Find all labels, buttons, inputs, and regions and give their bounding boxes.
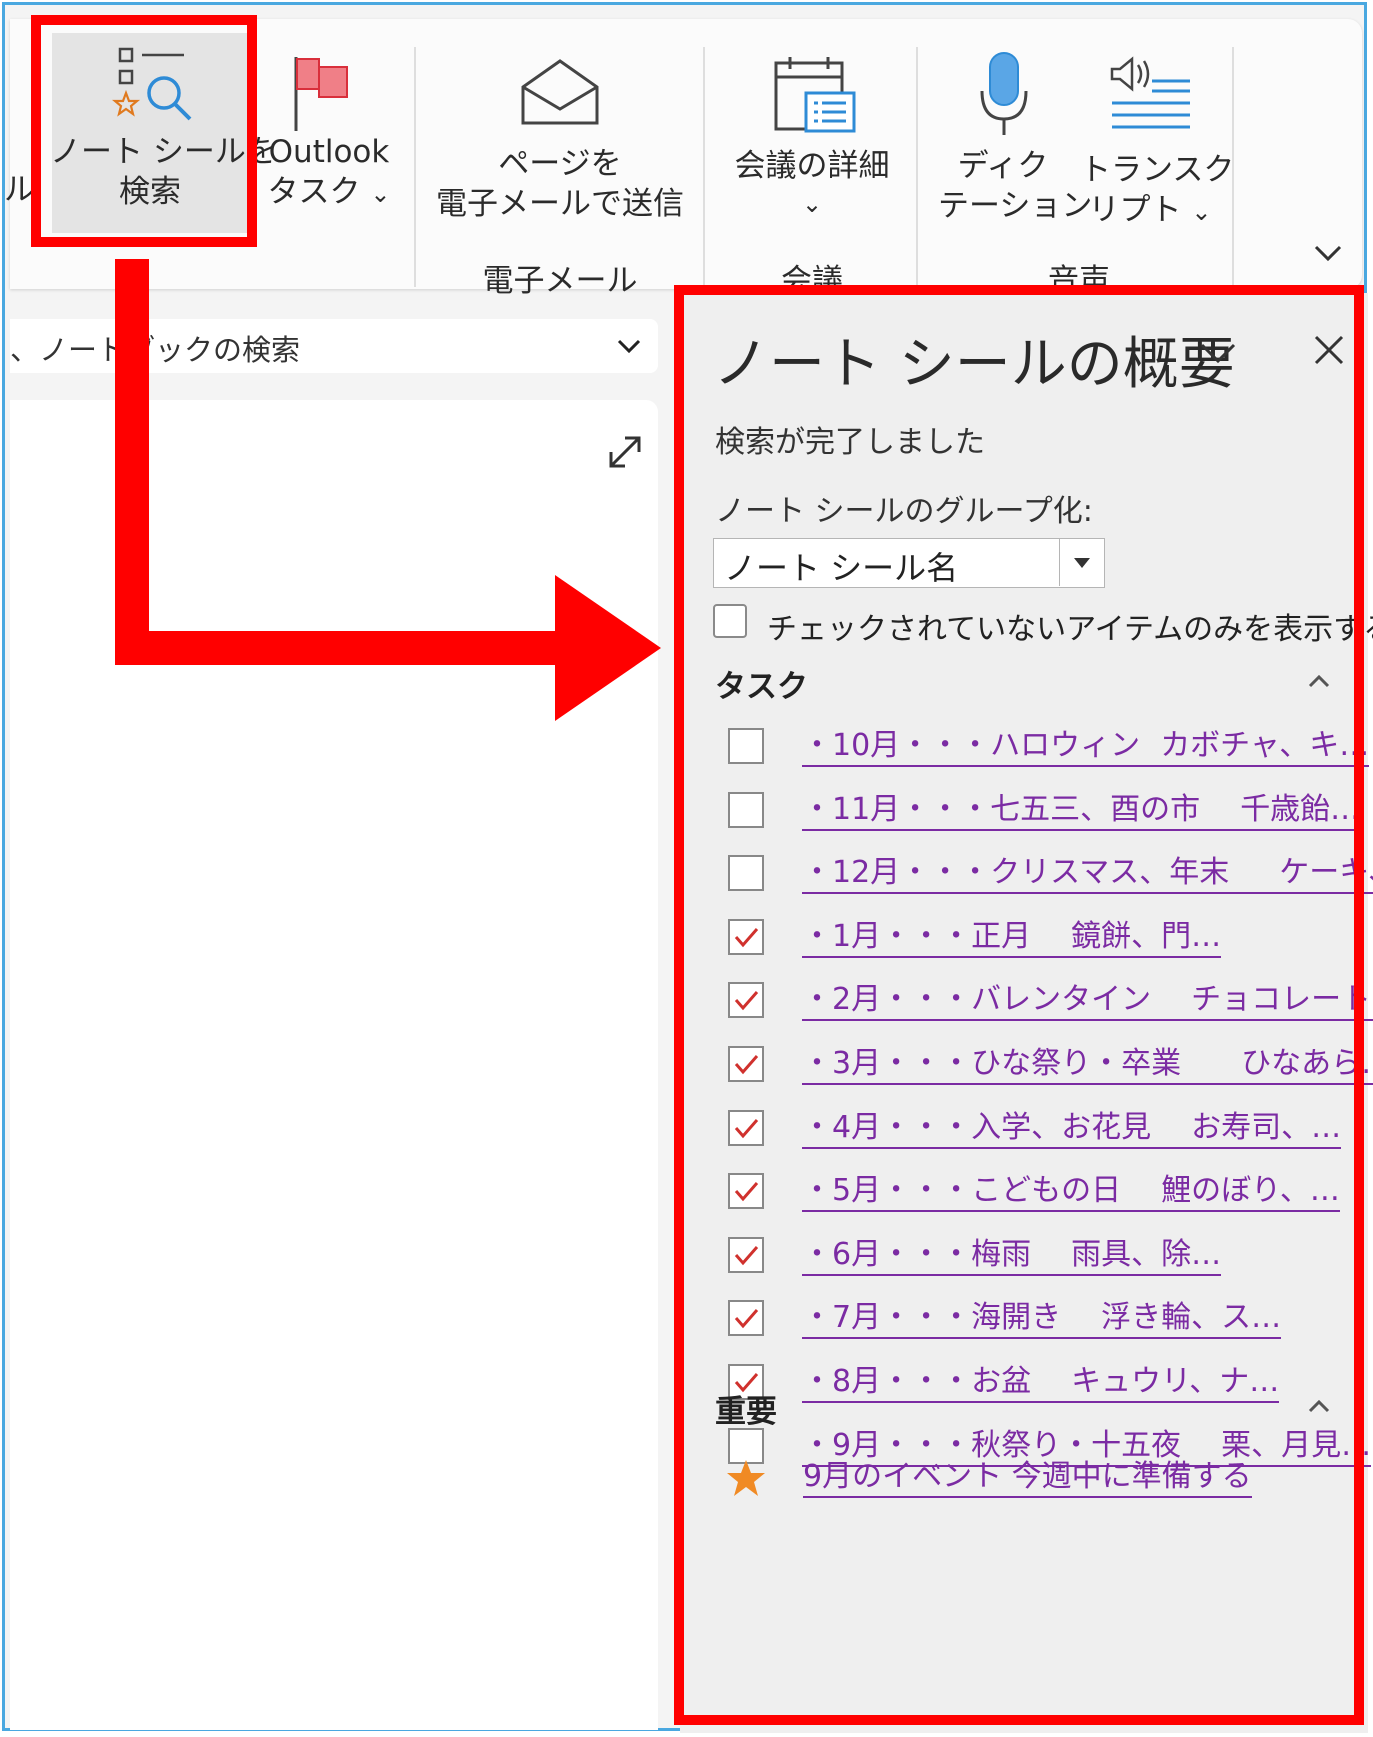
dictate-label-2: テーション xyxy=(938,188,1093,224)
email-page-label-1: ページを xyxy=(498,146,622,182)
calendar-icon xyxy=(774,57,856,133)
ribbon-separator xyxy=(1232,47,1234,287)
outlook-tasks-label-2: タスク ⌄ xyxy=(258,171,400,215)
meeting-details-label: 会議の詳細 xyxy=(734,148,890,184)
meeting-details-button[interactable]: 会議の詳細 ⌄ xyxy=(722,33,902,233)
chevron-down-icon: ⌄ xyxy=(1191,198,1212,226)
transcribe-text: リプト xyxy=(1088,192,1182,228)
outlook-tasks-button[interactable]: Outlook タスク ⌄ xyxy=(258,33,400,233)
highlight-find-tags xyxy=(31,15,257,247)
chevron-down-icon: ⌄ xyxy=(801,190,823,218)
transcribe-icon xyxy=(1110,56,1190,129)
transcribe-label-2: リプト ⌄ xyxy=(1080,189,1220,233)
email-page-label-2: 電子メールで送信 xyxy=(436,186,684,222)
flag-icon xyxy=(294,57,348,131)
transcribe-label-1: トランスク xyxy=(1080,152,1235,188)
highlight-tags-pane xyxy=(674,285,1364,1725)
microphone-icon xyxy=(980,52,1028,135)
outlook-tasks-label-1: Outlook xyxy=(268,134,390,170)
ribbon-separator xyxy=(703,47,705,287)
arrow-icon xyxy=(115,259,661,721)
dictate-label-1: ディク xyxy=(957,148,1049,184)
transcribe-button[interactable]: トランスク リプト ⌄ xyxy=(1080,33,1235,233)
app-window: ル ノート シールを 検索 Outlook タスク ⌄ ページを 電子メールで送… xyxy=(2,2,1373,1733)
envelope-icon xyxy=(521,59,599,125)
ribbon-separator xyxy=(916,47,918,287)
ribbon-expand-chevron-icon[interactable] xyxy=(1313,243,1343,263)
email-page-button[interactable]: ページを 電子メールで送信 xyxy=(435,33,685,233)
dictate-button[interactable]: ディク テーション xyxy=(938,33,1093,233)
ribbon-separator xyxy=(414,47,416,287)
outlook-tasks-text: タスク xyxy=(267,174,361,210)
chevron-down-icon: ⌄ xyxy=(370,180,391,208)
